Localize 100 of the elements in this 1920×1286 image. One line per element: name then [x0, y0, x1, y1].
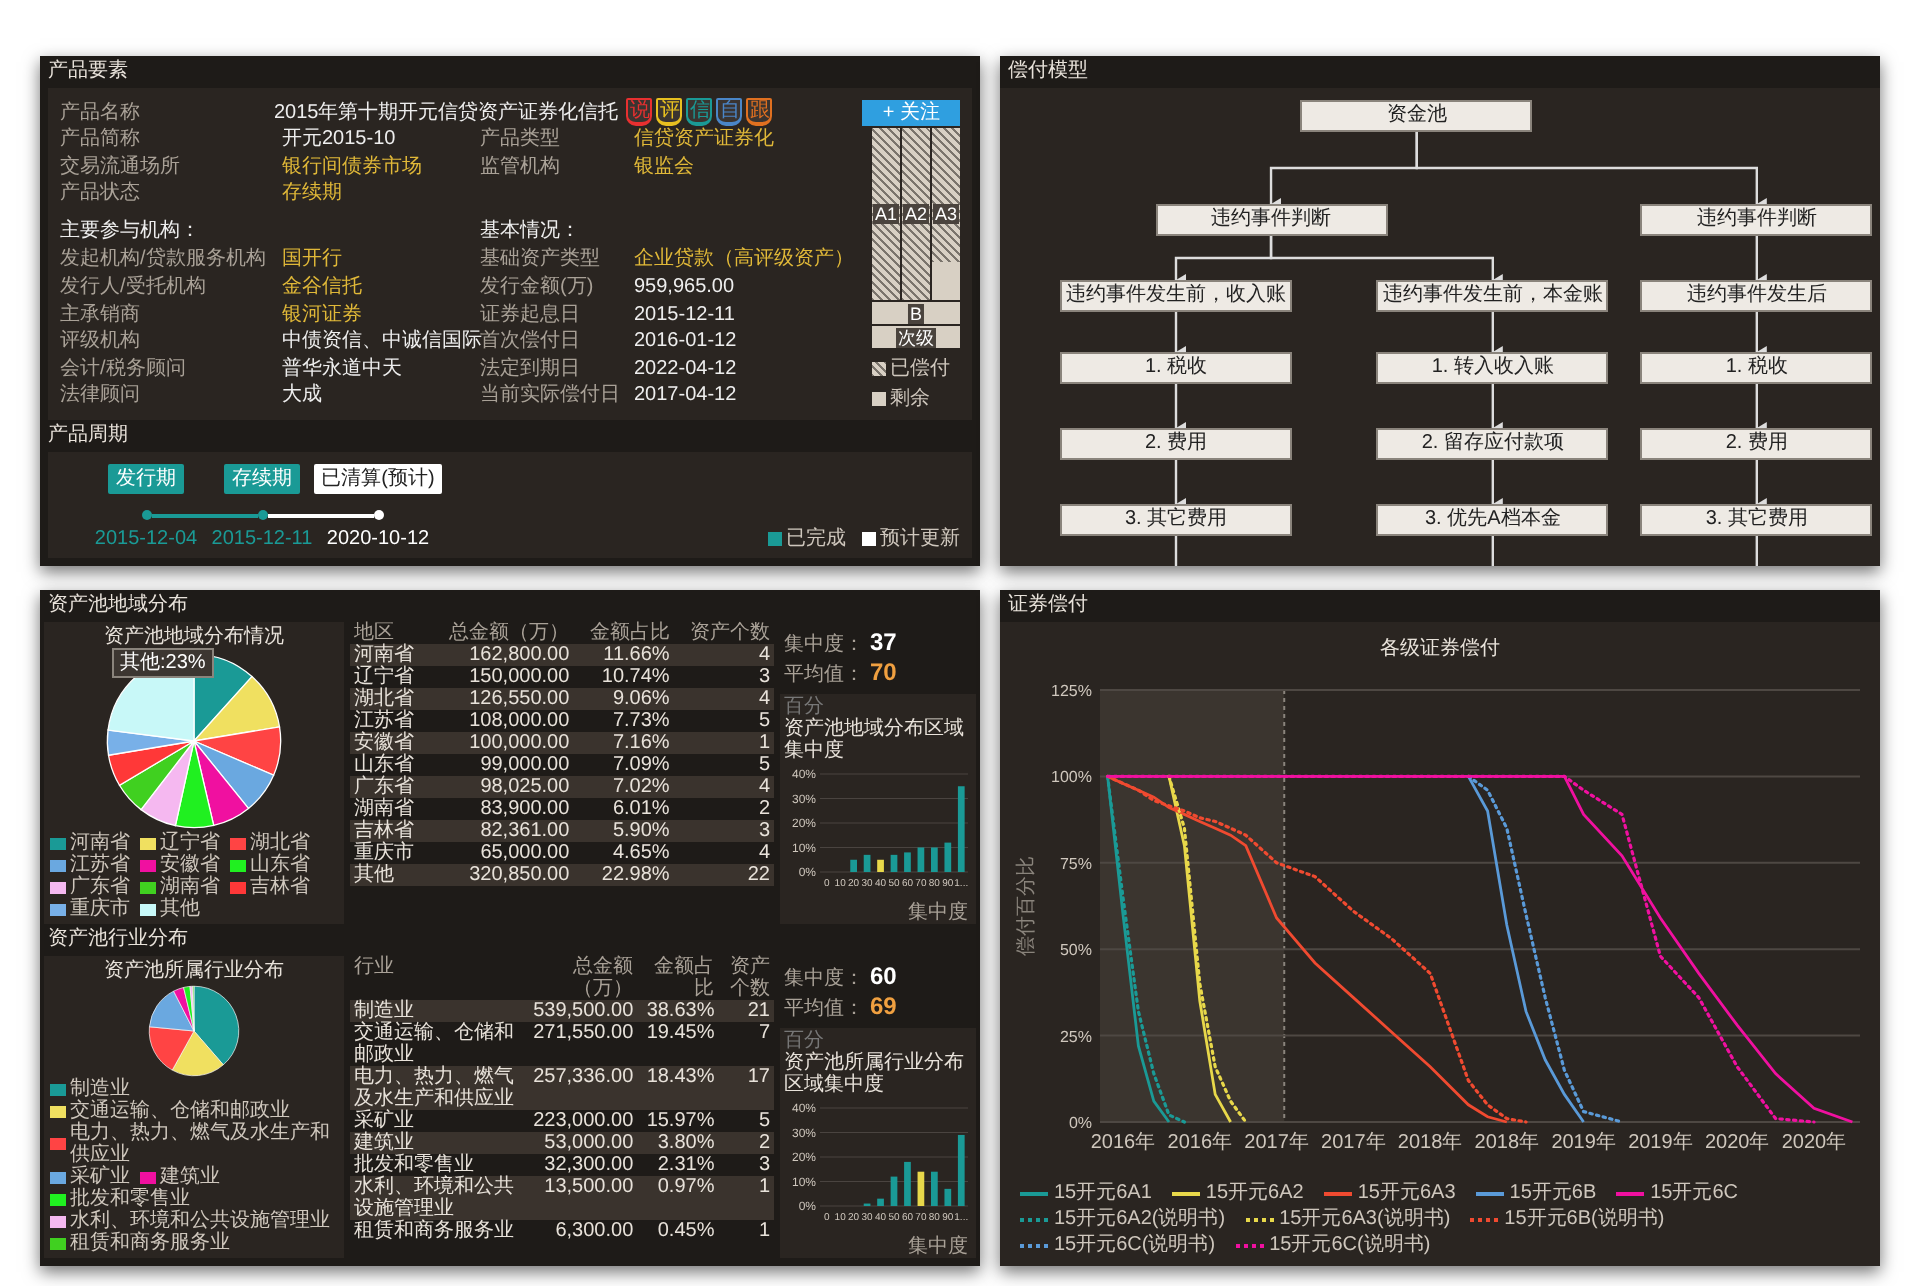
legend-label: 15开元6C(说明书) — [1054, 1234, 1216, 1258]
legend-label: 交通运输、仓储和邮政业 — [70, 1100, 290, 1122]
table-cell: 257,336.00 — [520, 1066, 638, 1110]
stage-date: 2015-12-11 — [211, 528, 313, 550]
chart-title: 各级证券偿付 — [1380, 638, 1500, 660]
table-cell: 17 — [718, 1066, 774, 1110]
legend-label: 采矿业 — [70, 1166, 130, 1188]
rating-tag[interactable]: 评 — [656, 98, 683, 126]
rating-tag[interactable]: 跟 — [746, 98, 773, 126]
tick-label: 2018年 — [1474, 1132, 1540, 1154]
field-value: 大成 — [282, 384, 324, 411]
table-cell: 38.63% — [637, 1000, 719, 1022]
tranche-label: 次级 — [896, 327, 936, 347]
field-link[interactable]: 银河证券 — [282, 303, 474, 331]
legend-swatch — [140, 859, 156, 871]
flow-node: 3. 其它费用 — [1640, 504, 1873, 536]
field-value: 2017-04-12 — [634, 384, 739, 411]
table-cell: 电力、热力、燃气及水生产和供应业 — [350, 1066, 521, 1110]
table-cell: 10.74% — [573, 666, 674, 688]
field-link[interactable]: 企业贷款（高评级资产） — [634, 248, 860, 276]
field-link[interactable]: 信贷资产证券化 — [634, 128, 860, 156]
legend-swatch — [50, 881, 66, 893]
section-title: 证券偿付 — [1006, 591, 1090, 620]
connector-arrow — [1174, 460, 1186, 510]
axis-label: 集中度 — [908, 902, 968, 924]
table-cell: 5 — [673, 754, 774, 776]
field-label: 发行金额(万) — [480, 275, 596, 302]
legend-label: 吉林省 — [250, 876, 310, 898]
column-header: 地区 — [350, 622, 428, 644]
field-label: 法定到期日 — [480, 357, 582, 383]
table-cell: 2.31% — [637, 1154, 719, 1176]
legend-label: 制造业 — [70, 1078, 130, 1100]
table-cell: 4 — [673, 842, 774, 864]
legend-label: 15开元6A3 — [1357, 1182, 1456, 1206]
legend-label: 预计更新 — [880, 525, 960, 552]
legend-label: 剩余 — [890, 386, 930, 412]
field-value: 2015-12-11 — [634, 303, 737, 330]
table-cell: 湖北省 — [350, 688, 428, 710]
field-value: 2016-01-12 — [634, 330, 739, 357]
product-name: 2015年第十期开元信贷资产证券化信托 — [274, 99, 619, 126]
table-cell: 19.45% — [637, 1022, 719, 1066]
tranche-label: A1 — [873, 204, 899, 224]
table-cell: 吉林省 — [350, 820, 428, 842]
table-cell: 7.02% — [573, 776, 674, 798]
legend-swatch — [50, 1237, 66, 1249]
section-title: 偿付模型 — [1006, 57, 1090, 86]
bar — [890, 854, 898, 872]
field-value: 2022-04-12 — [634, 357, 739, 384]
flow-node: 3. 其它费用 — [1060, 504, 1292, 536]
legend-label: 15开元6C(说明书) — [1269, 1234, 1431, 1258]
flow-node: 违约事件判断 — [1640, 204, 1873, 236]
table-cell: 7.73% — [573, 710, 674, 732]
table-cell: 0.97% — [637, 1176, 719, 1220]
flow-node: 1. 转入收入账 — [1376, 352, 1609, 384]
field-link[interactable]: 国开行 — [282, 248, 474, 276]
table-cell: 其他 — [350, 864, 428, 886]
table-cell: 4 — [673, 644, 774, 666]
field-link[interactable]: 金谷信托 — [282, 275, 474, 304]
bar — [944, 842, 952, 872]
connector-arrow — [1755, 460, 1767, 510]
table-cell: 1 — [718, 1220, 774, 1242]
legend-swatch — [50, 1138, 66, 1150]
chart-title: 资产池地域分布情况 — [102, 626, 286, 650]
field-link[interactable]: 银监会 — [634, 155, 860, 183]
legend-swatch — [872, 361, 886, 375]
section-title: 产品周期 — [46, 421, 130, 450]
rating-tag[interactable]: 信 — [686, 98, 713, 126]
legend-swatch — [50, 1193, 66, 1205]
field-label: 法律顾问 — [60, 384, 142, 411]
flow-node: 资金池 — [1300, 100, 1533, 132]
legend-label: 重庆市 — [70, 898, 130, 920]
legend-label: 广东省 — [70, 876, 130, 898]
field-link[interactable]: 存续期 — [282, 182, 474, 210]
connector-arrow — [1491, 312, 1503, 358]
field-link[interactable]: 银行间债券市场 — [282, 155, 474, 183]
legend-swatch — [50, 1215, 66, 1227]
flow-node: 1. 税收 — [1640, 352, 1873, 384]
bar — [917, 847, 925, 872]
tranche-label: A3 — [933, 204, 959, 224]
connector-line — [1174, 536, 1178, 566]
connector-line — [1755, 536, 1758, 566]
field-label: 证券起息日 — [480, 303, 582, 330]
legend-label: 15开元6B(说明书) — [1504, 1208, 1665, 1232]
field-label: 主承销商 — [60, 303, 142, 329]
table-cell: 3 — [718, 1154, 774, 1176]
connector-arrow — [1755, 236, 1767, 286]
table-cell: 租赁和商务服务业 — [350, 1220, 521, 1242]
legend-swatch — [50, 1083, 66, 1095]
legend-label: 安徽省 — [160, 854, 220, 876]
stage-date: 2020-10-12 — [326, 528, 430, 550]
legend-label: 15开元6A3(说明书) — [1279, 1208, 1451, 1232]
chart-title: 资产池所属行业分布区域集中度 — [784, 1052, 966, 1096]
table-cell: 13,500.00 — [520, 1176, 638, 1220]
legend-swatch — [50, 859, 66, 871]
column-header: 金额占比 — [573, 622, 674, 644]
legend-label: 湖北省 — [250, 832, 310, 854]
table-cell: 广东省 — [350, 776, 428, 798]
field-label: 基础资产类型 — [480, 248, 602, 275]
table-cell: 99,000.00 — [427, 754, 574, 776]
field-label: 评级机构 — [60, 330, 142, 357]
